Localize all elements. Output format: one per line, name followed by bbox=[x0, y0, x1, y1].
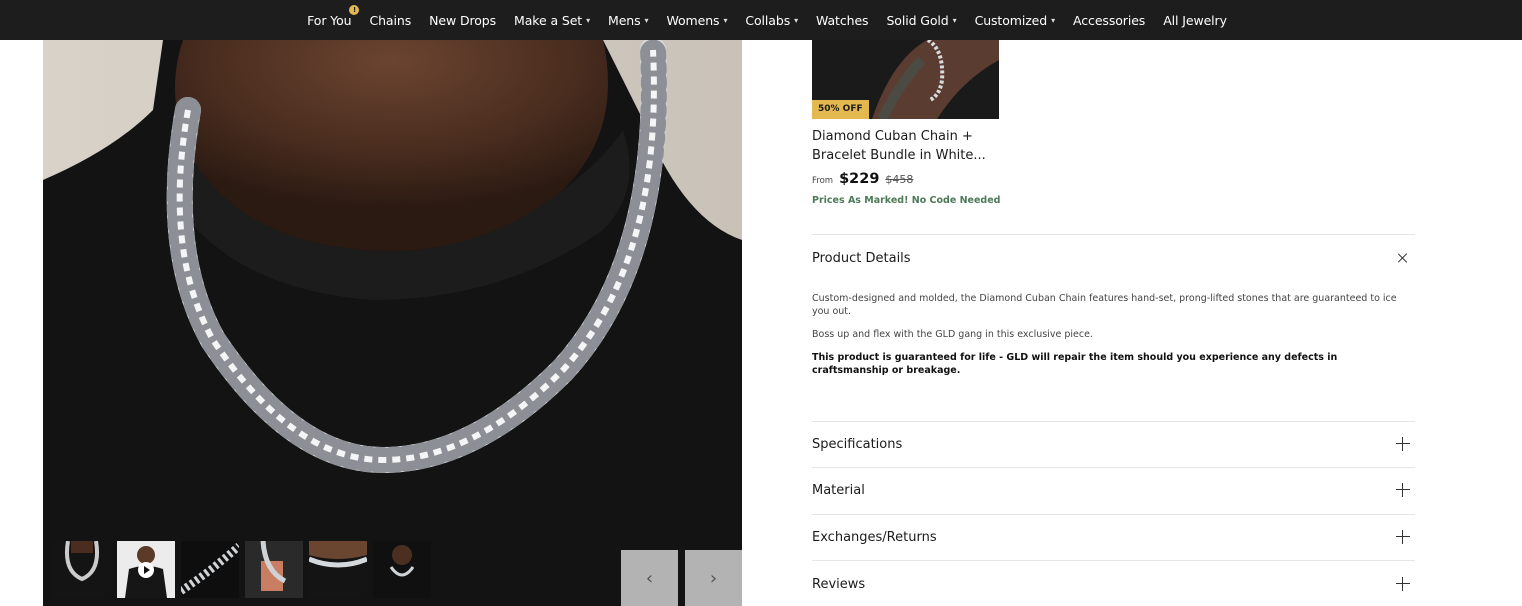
plus-icon[interactable] bbox=[1395, 482, 1411, 498]
sale-price: $229 bbox=[839, 171, 880, 187]
play-icon bbox=[138, 562, 154, 578]
nav-item-for-you[interactable]: For You! bbox=[298, 4, 360, 28]
plus-icon[interactable] bbox=[1395, 576, 1411, 592]
plus-icon[interactable] bbox=[1395, 436, 1411, 452]
original-price: $458 bbox=[885, 173, 914, 186]
nav-item-label: Chains bbox=[369, 12, 412, 28]
product-gallery: ‹ › bbox=[43, 40, 742, 606]
nav-item-customized[interactable]: Customized ▾ bbox=[966, 13, 1064, 28]
gallery-next-button[interactable]: › bbox=[685, 550, 742, 606]
details-paragraph: Boss up and flex with the GLD gang in th… bbox=[812, 329, 1093, 340]
accordion-label: Product Details bbox=[812, 250, 911, 266]
accordion-label: Specifications bbox=[812, 436, 903, 452]
gallery-prev-button[interactable]: ‹ bbox=[621, 550, 678, 606]
divider bbox=[812, 234, 1415, 235]
top-navigation: For You! Chains New Drops Make a Set ▾ Mens ▾ W… bbox=[0, 0, 1522, 40]
chevron-left-icon: ‹ bbox=[645, 567, 654, 589]
divider bbox=[812, 421, 1415, 422]
nav-item-label: Make a Set bbox=[514, 12, 583, 28]
product-main-image bbox=[43, 40, 742, 606]
divider bbox=[812, 467, 1415, 468]
thumbnail-chain-front[interactable] bbox=[53, 541, 111, 598]
nav-item-label: For You bbox=[307, 12, 352, 28]
nav-item-solid-gold[interactable]: Solid Gold ▾ bbox=[877, 13, 965, 28]
nav-item-mens[interactable]: Mens ▾ bbox=[599, 13, 657, 28]
divider bbox=[812, 560, 1415, 561]
promo-note: Prices As Marked! No Code Needed bbox=[812, 195, 1001, 206]
accordion-material[interactable]: Material bbox=[812, 478, 1415, 502]
accordion-reviews[interactable]: Reviews bbox=[812, 572, 1415, 596]
chevron-down-icon: ▾ bbox=[952, 15, 957, 25]
chevron-right-icon: › bbox=[709, 567, 718, 589]
chevron-down-icon: ▾ bbox=[723, 15, 728, 25]
thumbnail-chain-on-card[interactable] bbox=[245, 541, 303, 598]
notification-badge: ! bbox=[349, 4, 360, 15]
plus-icon[interactable] bbox=[1395, 529, 1411, 545]
thumbnail-chain-closeup[interactable] bbox=[181, 541, 239, 598]
nav-item-label: All Jewelry bbox=[1163, 12, 1227, 28]
nav-item-collabs[interactable]: Collabs ▾ bbox=[736, 13, 807, 28]
nav-item-accessories[interactable]: Accessories bbox=[1064, 13, 1154, 28]
nav-item-all-jewelry[interactable]: All Jewelry bbox=[1154, 13, 1236, 28]
thumbnail-strip bbox=[53, 541, 431, 598]
chevron-down-icon: ▾ bbox=[586, 15, 591, 25]
divider bbox=[812, 514, 1415, 515]
accordion-specifications[interactable]: Specifications bbox=[812, 432, 1415, 456]
chevron-down-icon: ▾ bbox=[644, 15, 649, 25]
nav-item-label: Customized bbox=[974, 12, 1048, 28]
guarantee-text: This product is guaranteed for life - GL… bbox=[812, 352, 1338, 376]
close-icon[interactable] bbox=[1395, 250, 1411, 266]
nav-item-label: Womens bbox=[666, 12, 720, 28]
accordion-label: Reviews bbox=[812, 576, 866, 592]
nav-item-make-a-set[interactable]: Make a Set ▾ bbox=[505, 13, 599, 28]
sale-badge: 50% OFF bbox=[812, 100, 869, 119]
accordion-label: Exchanges/Returns bbox=[812, 529, 937, 545]
nav-item-label: Accessories bbox=[1073, 12, 1146, 28]
nav-item-new-drops[interactable]: New Drops bbox=[420, 13, 505, 28]
chevron-down-icon: ▾ bbox=[794, 15, 799, 25]
details-paragraph: Custom-designed and molded, the Diamond … bbox=[812, 293, 1397, 317]
thumbnail-chain-on-neck[interactable] bbox=[309, 541, 367, 598]
nav-item-womens[interactable]: Womens ▾ bbox=[657, 13, 736, 28]
nav-menu: For You! Chains New Drops Make a Set ▾ Mens ▾ W… bbox=[298, 4, 1236, 28]
accordion-label: Material bbox=[812, 482, 865, 498]
nav-item-label: Collabs bbox=[745, 12, 791, 28]
thumbnail-model-portrait[interactable] bbox=[373, 541, 431, 598]
nav-item-label: Solid Gold bbox=[886, 12, 949, 28]
accordion-exchanges-returns[interactable]: Exchanges/Returns bbox=[812, 525, 1415, 549]
accordion-product-details[interactable]: Product Details bbox=[812, 246, 1415, 270]
nav-item-label: Watches bbox=[816, 12, 869, 28]
chevron-down-icon: ▾ bbox=[1051, 15, 1056, 25]
nav-item-watches[interactable]: Watches bbox=[807, 13, 877, 28]
price-row: From $229 $458 bbox=[812, 171, 913, 187]
bundle-product-title[interactable]: Diamond Cuban Chain + Bracelet Bundle in… bbox=[812, 127, 1002, 165]
price-from-label: From bbox=[812, 176, 834, 186]
product-details-content: Custom-designed and molded, the Diamond … bbox=[812, 292, 1415, 387]
nav-item-label: Mens bbox=[608, 12, 641, 28]
nav-item-chains[interactable]: Chains bbox=[360, 13, 420, 28]
thumbnail-model-video[interactable] bbox=[117, 541, 175, 598]
nav-item-label: New Drops bbox=[429, 12, 497, 28]
